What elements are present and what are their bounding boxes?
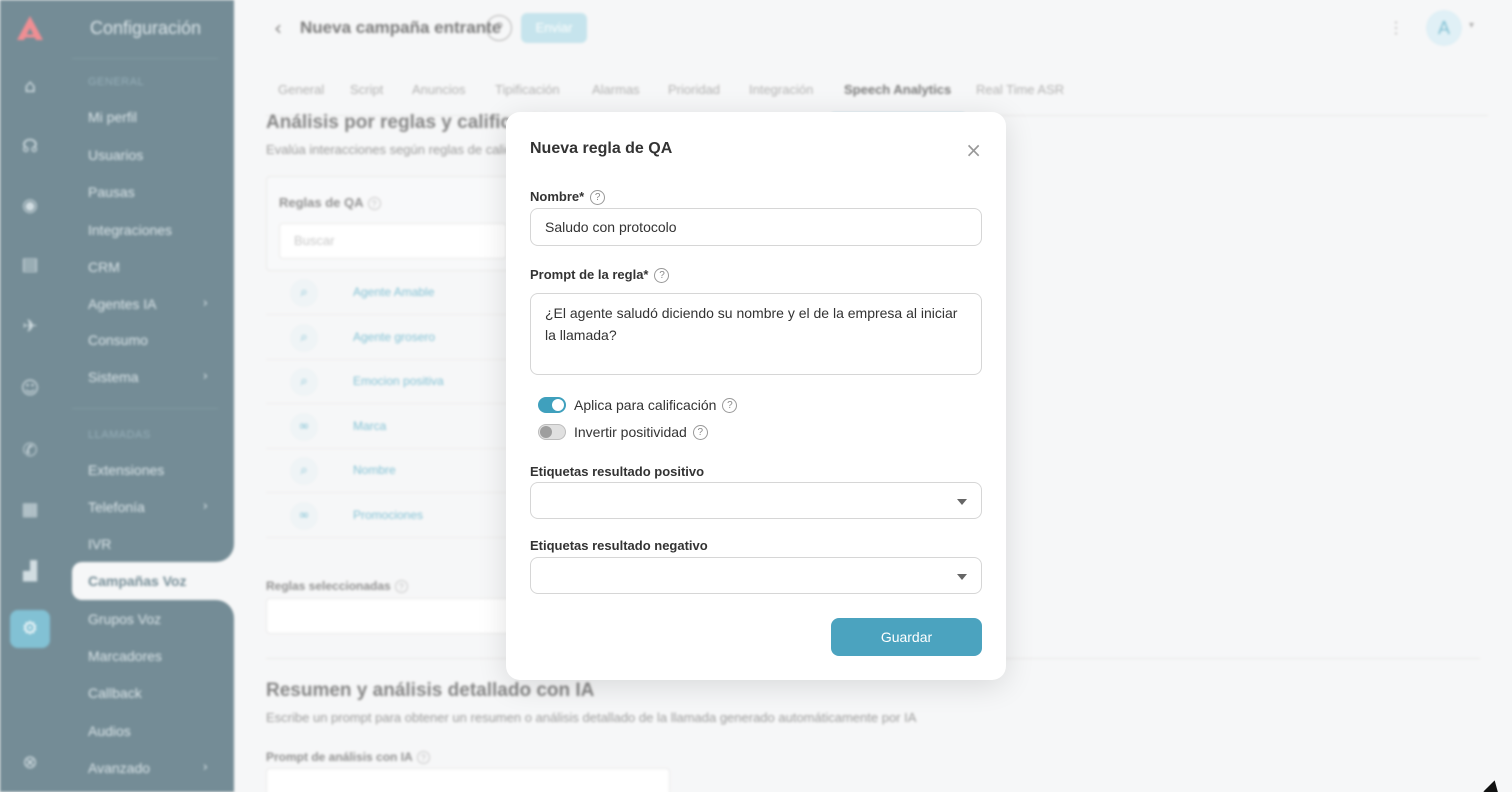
prompt-label: Prompt de la regla*? xyxy=(530,267,670,283)
apply-rating-toggle[interactable] xyxy=(538,397,566,413)
negative-tags-select[interactable] xyxy=(530,557,982,594)
name-field[interactable] xyxy=(530,208,982,246)
close-icon[interactable]: × xyxy=(965,138,982,162)
invert-positivity-label: Invertir positividad xyxy=(574,424,687,440)
name-label: Nombre*? xyxy=(530,189,606,205)
invert-positivity-toggle[interactable] xyxy=(538,424,566,440)
dialog-title: Nueva regla de QA xyxy=(530,140,673,157)
positive-tags-select[interactable] xyxy=(530,482,982,519)
apply-rating-row: Aplica para calificación ? xyxy=(538,396,738,414)
help-icon[interactable]: ? xyxy=(590,190,606,205)
save-button[interactable]: Guardar xyxy=(831,618,982,656)
help-icon[interactable]: ? xyxy=(654,268,670,283)
help-icon[interactable]: ? xyxy=(722,397,738,413)
caret-down-icon xyxy=(957,499,967,505)
negative-tags-label: Etiquetas resultado negativo xyxy=(530,538,708,553)
apply-rating-label: Aplica para calificación xyxy=(574,397,717,413)
positive-tags-label: Etiquetas resultado positivo xyxy=(530,464,705,479)
new-qa-rule-dialog: Nueva regla de QA × Nombre*? Prompt de l… xyxy=(506,112,1006,680)
caret-down-icon xyxy=(957,574,967,580)
help-icon[interactable]: ? xyxy=(692,424,708,440)
prompt-textarea[interactable]: ¿El agente saludó diciendo su nombre y e… xyxy=(530,293,982,375)
invert-positivity-row: Invertir positividad ? xyxy=(538,423,708,441)
